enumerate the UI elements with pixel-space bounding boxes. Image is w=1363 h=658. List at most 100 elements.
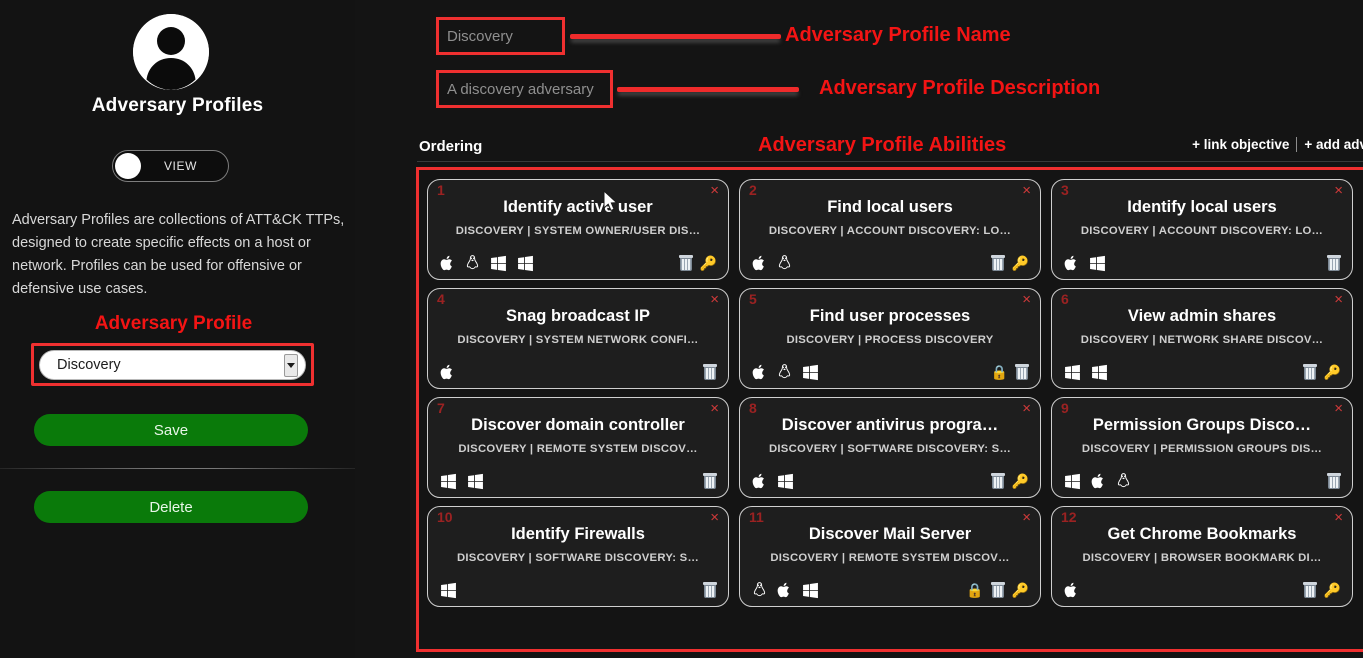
view-toggle[interactable]: VIEW [112, 150, 229, 182]
annotation-label-name: Adversary Profile Name [785, 24, 1011, 46]
profile-description-input[interactable]: A discovery adversary [439, 81, 594, 98]
key-icon[interactable]: 🔑 [1012, 256, 1029, 270]
close-icon[interactable]: × [1334, 510, 1343, 525]
trash-icon[interactable] [703, 364, 717, 380]
key-icon[interactable]: 🔑 [1324, 365, 1341, 379]
close-icon[interactable]: × [1334, 183, 1343, 198]
add-adversary-button[interactable]: + add adv [1304, 137, 1363, 152]
ability-order-number: 3 [1061, 182, 1069, 198]
key-icon[interactable]: 🔑 [1012, 583, 1029, 597]
ability-card[interactable]: 5 × Find user processes DISCOVERY | PROCESS… [739, 288, 1041, 389]
windows-icon [1064, 364, 1081, 381]
link-objective-button[interactable]: + link objective [1192, 137, 1289, 152]
linux-icon [752, 581, 767, 599]
ability-action-icons: 🔑 [990, 473, 1029, 489]
apple-icon [777, 581, 792, 599]
ability-action-icons [703, 473, 717, 489]
key-icon[interactable]: 🔑 [1012, 474, 1029, 488]
trash-icon[interactable] [1302, 364, 1317, 380]
sidebar: Adversary Profiles VIEW Adversary Profil… [0, 0, 355, 658]
linux-icon [777, 254, 792, 272]
ability-action-icons [703, 364, 717, 380]
trash-icon[interactable] [703, 473, 717, 489]
adversary-profile-select[interactable]: Discovery [39, 349, 306, 380]
close-icon[interactable]: × [1334, 292, 1343, 307]
ability-card[interactable]: 4 × Snag broadcast IP DISCOVERY | SYSTEM NE… [427, 288, 729, 389]
linux-icon [1116, 472, 1131, 490]
lock-icon[interactable]: 🔒 [991, 365, 1008, 379]
ability-action-icons [703, 582, 717, 598]
ability-tactic-technique: DISCOVERY | SOFTWARE DISCOVERY: S… [456, 552, 700, 564]
ability-order-number: 11 [749, 509, 764, 525]
windows-icon [467, 473, 484, 490]
trash-icon[interactable] [990, 473, 1005, 489]
save-button[interactable]: Save [34, 414, 308, 446]
ability-action-icons: 🔒 🔑 [966, 582, 1029, 598]
key-icon[interactable]: 🔑 [1324, 583, 1341, 597]
lock-icon[interactable]: 🔒 [966, 583, 983, 597]
profile-description-field-highlight: A discovery adversary [436, 70, 613, 108]
trash-icon[interactable] [1302, 582, 1317, 598]
apple-icon [752, 472, 767, 490]
ability-card[interactable]: 8 × Discover antivirus progra… DISCOVERY | … [739, 397, 1041, 498]
ability-card[interactable]: 3 × Identify local users DISCOVERY | ACCOUN… [1051, 179, 1353, 280]
close-icon[interactable]: × [710, 510, 719, 525]
apple-icon [1091, 472, 1106, 490]
close-icon[interactable]: × [1022, 292, 1031, 307]
linux-icon [465, 254, 480, 272]
ability-action-icons [1327, 473, 1341, 489]
trash-icon[interactable] [1015, 364, 1029, 380]
delete-button[interactable]: Delete [34, 491, 308, 523]
abilities-region-highlight: 1 × Identify active user DISCOVERY | SYSTEM… [416, 167, 1363, 652]
trash-icon[interactable] [1327, 255, 1341, 271]
trash-icon[interactable] [703, 582, 717, 598]
windows-icon [517, 255, 534, 272]
adversary-profile-heading: Adversary Profile [94, 313, 253, 334]
close-icon[interactable]: × [1022, 401, 1031, 416]
close-icon[interactable]: × [710, 183, 719, 198]
close-icon[interactable]: × [1022, 510, 1031, 525]
windows-icon [1089, 255, 1106, 272]
ability-platform-icons [440, 473, 484, 490]
ordering-label: Ordering [419, 138, 483, 155]
adversary-profile-select-highlight: Discovery [31, 343, 314, 386]
ability-card[interactable]: 7 × Discover domain controller DISCOVERY | … [427, 397, 729, 498]
trash-icon[interactable] [990, 255, 1005, 271]
close-icon[interactable]: × [710, 401, 719, 416]
key-icon[interactable]: 🔑 [700, 256, 717, 270]
adversary-profile-select-value: Discovery [57, 356, 121, 373]
ability-platform-icons [1064, 254, 1106, 272]
windows-icon [777, 473, 794, 490]
close-icon[interactable]: × [1334, 401, 1343, 416]
trash-icon[interactable] [990, 582, 1005, 598]
close-icon[interactable]: × [710, 292, 719, 307]
ability-order-number: 8 [749, 400, 757, 416]
ability-platform-icons [752, 581, 819, 599]
apple-icon [440, 363, 455, 381]
ability-platform-icons [752, 254, 792, 272]
ability-card[interactable]: 9 × Permission Groups Disco… DISCOVERY | PE… [1051, 397, 1353, 498]
toolbar-divider [1296, 137, 1298, 152]
abilities-toolbar: + link objective + add adv [1192, 137, 1363, 152]
ability-tactic-technique: DISCOVERY | SYSTEM OWNER/USER DIS… [455, 225, 701, 237]
ability-card[interactable]: 10 × Identify Firewalls DISCOVERY | SOFTWAR… [427, 506, 729, 607]
ability-platform-icons [440, 254, 534, 272]
ability-title: Permission Groups Disco… [1092, 416, 1312, 434]
ability-card[interactable]: 1 × Identify active user DISCOVERY | SYSTEM… [427, 179, 729, 280]
ability-platform-icons [440, 582, 457, 599]
ability-card[interactable]: 6 × View admin shares DISCOVERY | NETWORK S… [1051, 288, 1353, 389]
profile-name-input[interactable]: Discovery [439, 28, 513, 45]
close-icon[interactable]: × [1022, 183, 1031, 198]
trash-icon[interactable] [678, 255, 693, 271]
apple-icon [1064, 581, 1079, 599]
toggle-knob[interactable] [115, 153, 141, 179]
ability-title: Identify active user [503, 198, 653, 216]
trash-icon[interactable] [1327, 473, 1341, 489]
chevron-down-icon[interactable] [284, 353, 298, 377]
ability-card[interactable]: 2 × Find local users DISCOVERY | ACCOUNT DI… [739, 179, 1041, 280]
ability-card[interactable]: 11 × Discover Mail Server DISCOVERY | REMOT… [739, 506, 1041, 607]
ability-card[interactable]: 12 × Get Chrome Bookmarks DISCOVERY | BROWS… [1051, 506, 1353, 607]
ability-title: Discover domain controller [471, 416, 685, 434]
sidebar-description: Adversary Profiles are collections of AT… [12, 212, 345, 297]
app-root: Adversary Profiles VIEW Adversary Profil… [0, 0, 1363, 658]
